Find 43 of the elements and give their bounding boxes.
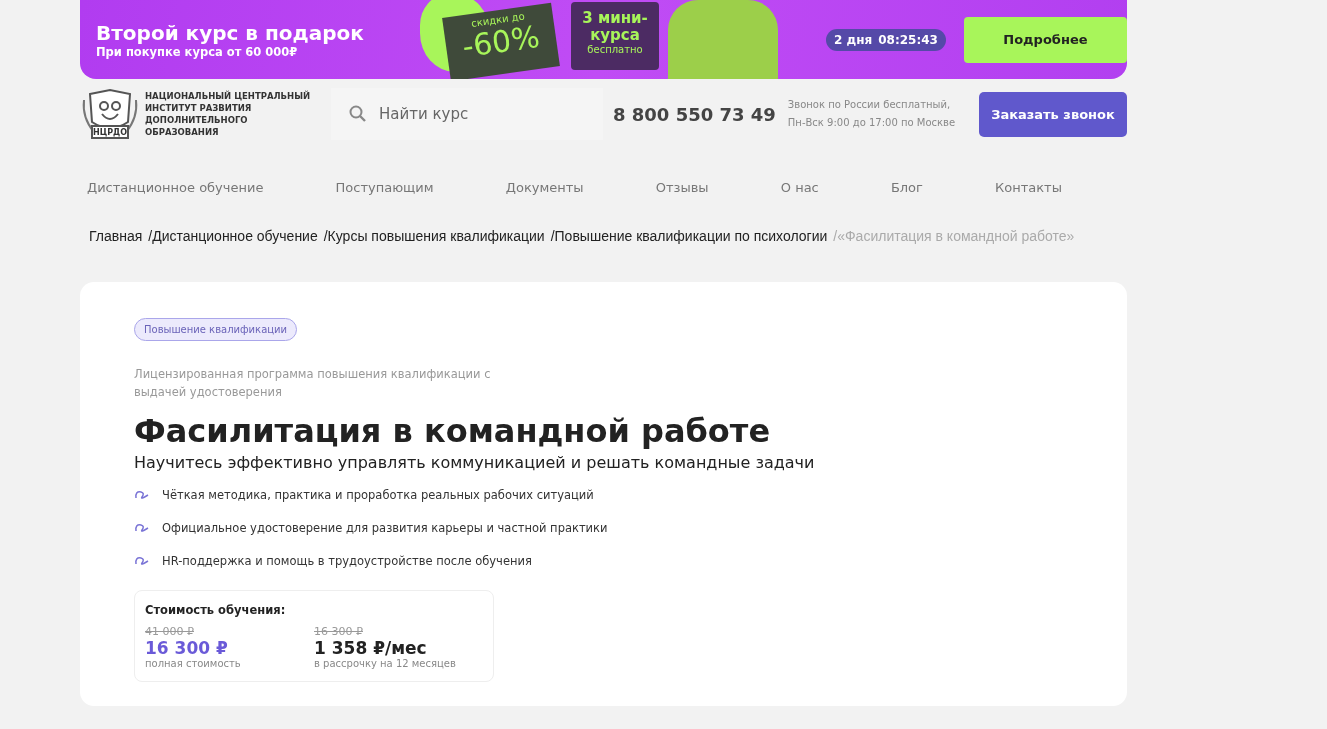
old-price: 41 000 ₽ [145, 625, 195, 638]
squiggle-icon [134, 489, 150, 501]
course-subtitle: Научитесь эффективно управлять коммуникацией и решать командные задачи [134, 453, 816, 472]
squiggle-icon [134, 522, 150, 534]
logo-caption: НЦРДО [93, 128, 127, 137]
course-title: Фасилитация в командной работе [134, 411, 772, 451]
feature-text: Чёткая методика, практика и проработка реальных рабочих ситуаций [162, 488, 594, 502]
squiggle-icon [134, 555, 150, 567]
nav-link[interactable]: О нас [780, 180, 819, 195]
nav-link[interactable]: Дистанционное обучение [87, 180, 264, 195]
feature-text: Официальное удостоверение для развития карьеры и частной практики [162, 521, 608, 535]
breadcrumb-link[interactable]: Главная [89, 227, 143, 245]
price: 16 300 ₽ [145, 638, 229, 658]
price-heading: Стоимость обучения: [145, 603, 287, 617]
banner-subtitle: При покупке курса от 60 000₽ [96, 44, 299, 59]
old-price: 16 300 ₽ [314, 625, 364, 638]
phone-number[interactable]: 8 800 550 73 49 [613, 103, 776, 125]
price: 1 358 ₽/мес [314, 638, 428, 658]
search-icon [349, 105, 367, 123]
search-field[interactable]: Найти курс [377, 104, 601, 124]
nav-link[interactable]: Поступающим [335, 180, 434, 195]
breadcrumb-link[interactable]: /Дистанционное обучение [148, 227, 318, 245]
nav-link[interactable]: Контакты [995, 180, 1062, 195]
nav-link[interactable]: Документы [505, 180, 584, 195]
call-back-button[interactable]: Заказать звонок [979, 91, 1127, 137]
organization-name: НАЦИОНАЛЬНЫЙ ЦЕНТРАЛЬНЫЙ ИНСТИТУТ РАЗВИТИЯ ДОПОЛНИТЕЛЬНОГО ОБРАЗОВАНИЯ [145, 90, 312, 138]
license-note: Лицензированная программа повышения квалификации с выдачей удостоверения [134, 366, 492, 401]
more-button[interactable]: Подробнее [963, 16, 1127, 63]
price-note: в рассрочку на 12 месяцев [314, 658, 457, 669]
nav-link[interactable]: Блог [890, 180, 923, 195]
price-note: полная стоимость [145, 658, 242, 669]
category-tag: Повышение квалификации [134, 318, 298, 341]
feature-text: HR-поддержка и помощь в трудоустройстве после обучения [162, 554, 532, 568]
mini-course-caption: бесплатно [586, 44, 644, 55]
current-page: /«Фасилитация в командной работе» [833, 227, 1075, 245]
timer-days: 2 дня [834, 32, 873, 47]
phone-note: Звонок по России бесплатный, Пн-Вск 9:00 до 17:00 по Москве [787, 98, 957, 130]
nav-link[interactable]: Отзывы [655, 180, 709, 195]
breadcrumb-link[interactable]: /Курсы повышения квалификации [323, 227, 545, 245]
timer-time: 08:25:43 [878, 32, 938, 47]
mini-course-title: 3 мини-курса [581, 10, 649, 44]
banner-title: Второй курс в подарок [96, 20, 365, 45]
breadcrumb-link[interactable]: /Повышение квалификации по психологии [550, 227, 828, 245]
